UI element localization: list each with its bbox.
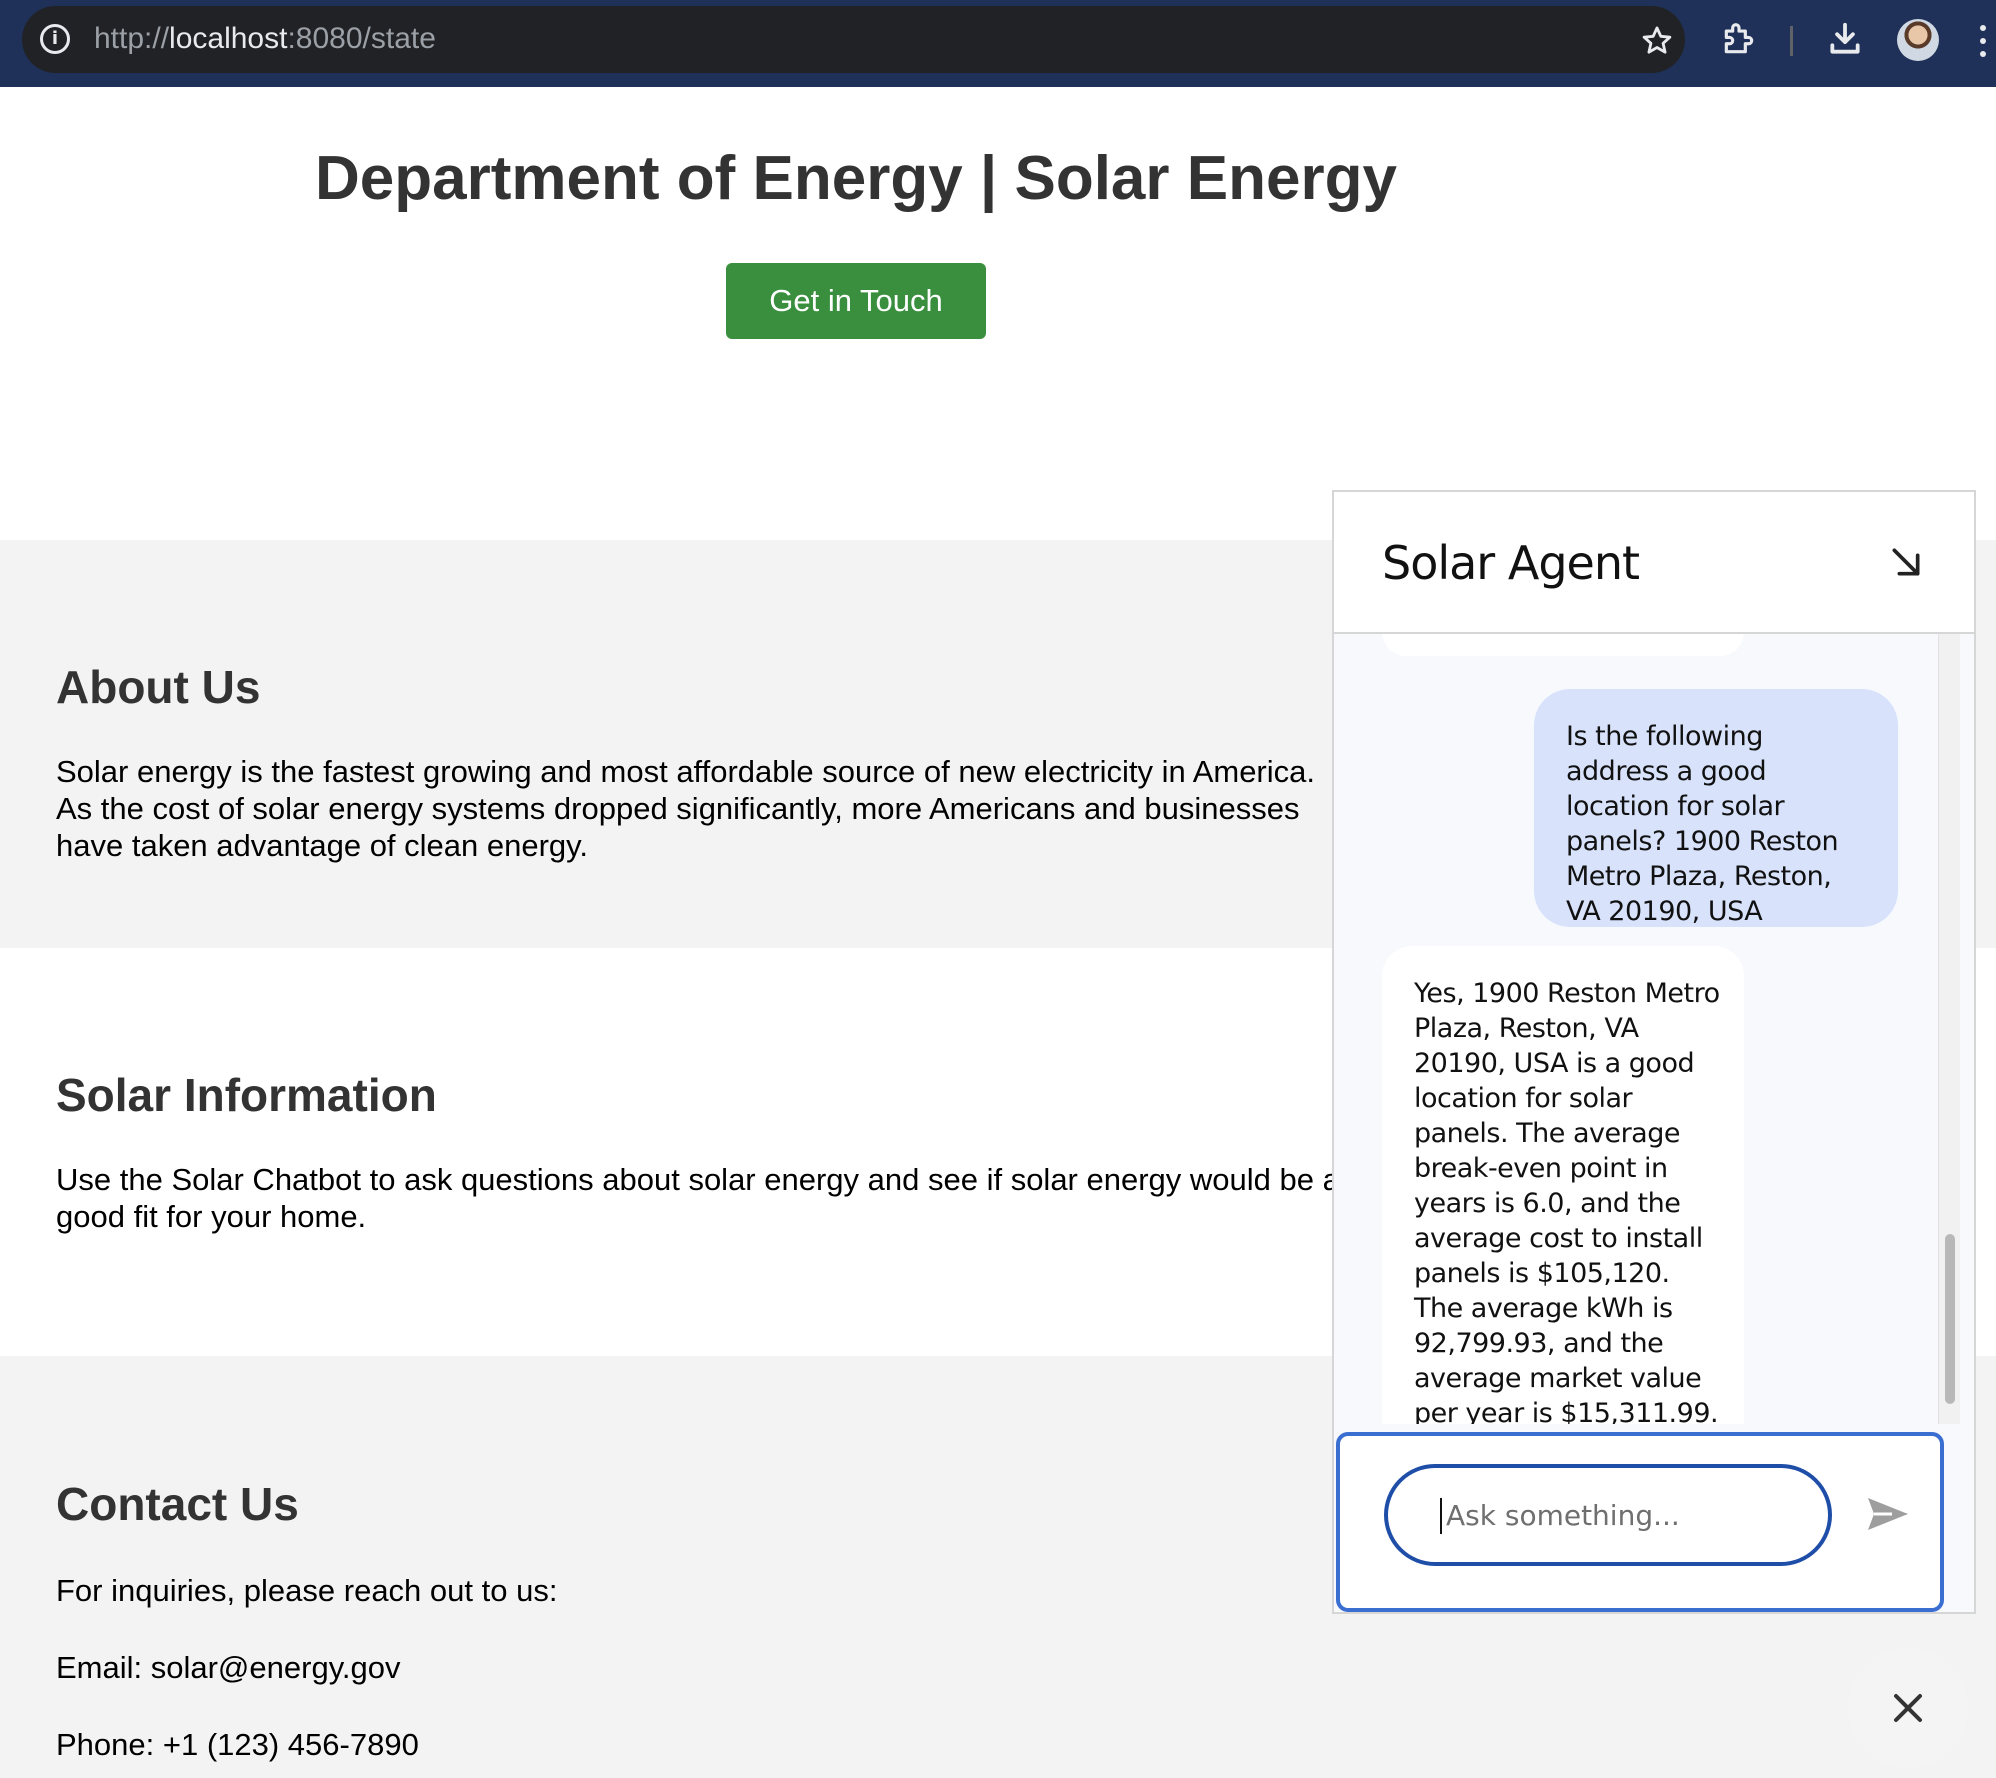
- bookmark-star-icon[interactable]: [1640, 24, 1674, 58]
- chat-messages[interactable]: Is the following address a good location…: [1334, 634, 1974, 1424]
- profile-avatar[interactable]: [1897, 19, 1939, 61]
- user-message: Is the following address a good location…: [1534, 689, 1898, 927]
- solar-info-text: Use the Solar Chatbot to ask questions a…: [56, 1162, 1340, 1234]
- message-bubble-previous: [1382, 634, 1744, 656]
- chat-input-area: [1336, 1432, 1944, 1612]
- page-title: Department of Energy | Solar Energy: [315, 144, 1397, 213]
- chat-header: Solar Agent: [1334, 492, 1974, 634]
- url-path: :8080/state: [287, 22, 436, 55]
- toolbar-separator: [1790, 26, 1793, 56]
- extensions-icon[interactable]: [1720, 20, 1758, 58]
- about-text: Solar energy is the fastest growing and …: [56, 754, 1315, 863]
- chat-title: Solar Agent: [1382, 536, 1640, 590]
- get-in-touch-button[interactable]: Get in Touch: [726, 263, 986, 339]
- url-scheme: http://: [94, 22, 170, 55]
- close-chat-button[interactable]: [1848, 1648, 1968, 1768]
- chat-panel: Solar Agent Is the following address a g…: [1332, 490, 1976, 1614]
- solar-info-heading: Solar Information: [56, 1069, 437, 1121]
- browser-toolbar: i http://localhost:8080/state: [0, 0, 1996, 87]
- contact-heading: Contact Us: [56, 1478, 299, 1530]
- scrollbar-thumb[interactable]: [1945, 1234, 1955, 1404]
- url-text[interactable]: http://localhost:8080/state: [94, 22, 436, 56]
- chat-scrollbar[interactable]: [1938, 634, 1960, 1424]
- address-bar[interactable]: i http://localhost:8080/state: [22, 6, 1685, 73]
- download-icon[interactable]: [1826, 20, 1864, 58]
- close-icon: [1894, 1694, 1922, 1722]
- site-info-icon[interactable]: i: [40, 24, 70, 54]
- chat-input[interactable]: [1384, 1464, 1832, 1566]
- about-heading: About Us: [56, 661, 261, 713]
- contact-intro: For inquiries, please reach out to us:: [56, 1573, 558, 1608]
- send-icon[interactable]: [1864, 1490, 1912, 1538]
- agent-message: Yes, 1900 Reston Metro Plaza, Reston, VA…: [1382, 946, 1744, 1424]
- contact-phone[interactable]: Phone: +1 (123) 456-7890: [56, 1726, 1356, 1763]
- contact-email[interactable]: Email: solar@energy.gov: [56, 1649, 1356, 1686]
- url-host: localhost: [169, 22, 288, 55]
- collapse-arrow-icon[interactable]: [1886, 542, 1926, 582]
- text-caret: [1440, 1498, 1442, 1534]
- menu-kebab-icon[interactable]: [1980, 22, 1988, 58]
